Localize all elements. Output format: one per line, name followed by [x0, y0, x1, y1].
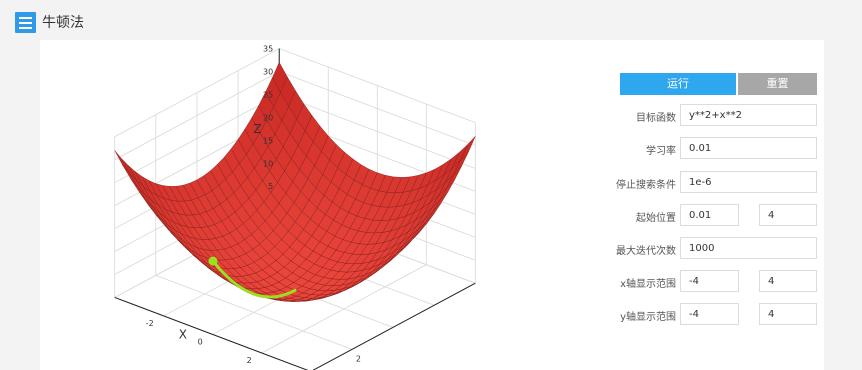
start-label: 起始位置: [636, 213, 676, 224]
lr-row: 学习率: [620, 137, 820, 161]
objective-label: 目标函数: [636, 113, 676, 124]
objective-row: 目标函数: [620, 104, 820, 128]
z-tick-label: 20: [263, 113, 273, 122]
x-tick-label: -2: [146, 319, 154, 328]
x-axis-line: [114, 296, 309, 370]
run-button[interactable]: 运行: [620, 73, 736, 95]
surface-patch: [121, 158, 137, 181]
surface-plot[interactable]: 3530252015105-20224ZX: [40, 40, 600, 370]
z-tick-label: 10: [263, 159, 273, 168]
x-axis-label: X: [179, 327, 187, 341]
stop-row: 停止搜索条件: [616, 171, 820, 195]
yrange-label: y轴显示范围: [620, 312, 676, 323]
y-tick-label: 2: [356, 354, 361, 363]
start-x-input[interactable]: [680, 204, 739, 226]
lr-input[interactable]: [680, 137, 817, 159]
hamburger-menu-icon[interactable]: [15, 12, 36, 33]
stop-label: 停止搜索条件: [616, 180, 676, 191]
xrange-max-input[interactable]: [759, 270, 817, 292]
z-tick-label: 35: [263, 45, 273, 54]
start-y-input[interactable]: [759, 204, 817, 226]
surface: [114, 61, 476, 302]
yrange-min-input[interactable]: [680, 303, 739, 325]
x-tick-label: 2: [247, 356, 252, 365]
maxiter-row: 最大迭代次数: [616, 237, 820, 261]
start-point: [208, 256, 218, 266]
stop-input[interactable]: [680, 171, 817, 193]
xrange-row: x轴显示范围: [620, 270, 820, 294]
content-panel: 3530252015105-20224ZX 运行 重置 目标函数 学习率 停止搜…: [40, 40, 824, 370]
header-bar: 牛顿法: [0, 0, 862, 42]
start-row: 起始位置: [620, 204, 820, 228]
reset-button[interactable]: 重置: [738, 73, 817, 95]
maxiter-label: 最大迭代次数: [616, 246, 676, 257]
yrange-max-input[interactable]: [759, 303, 817, 325]
lr-label: 学习率: [646, 146, 676, 157]
z-tick-label: 5: [268, 182, 273, 191]
z-tick-label: 30: [263, 67, 273, 76]
yrange-row: y轴显示范围: [620, 303, 820, 327]
surface-patch: [460, 136, 476, 161]
z-tick-label: 15: [263, 136, 273, 145]
xrange-min-input[interactable]: [680, 270, 739, 292]
surface-patch: [114, 150, 130, 174]
page-title: 牛顿法: [42, 15, 84, 31]
x-tick-label: 0: [198, 337, 203, 346]
maxiter-input[interactable]: [680, 237, 817, 259]
xrange-label: x轴显示范围: [620, 279, 676, 290]
y-axis-line: [312, 282, 476, 370]
z-tick-label: 25: [263, 90, 273, 99]
objective-input[interactable]: [680, 104, 817, 126]
z-axis-label: Z: [253, 122, 261, 136]
